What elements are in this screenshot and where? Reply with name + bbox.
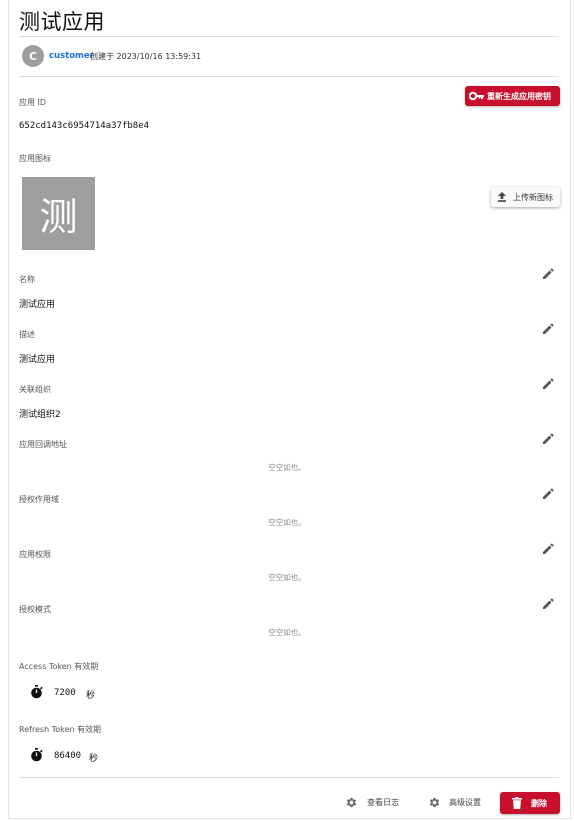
avatar: C — [22, 45, 44, 67]
org-value: 测试组织2 — [19, 410, 61, 420]
view-logs-button[interactable]: 查看日志 — [345, 796, 399, 809]
app-id-value: 652cd143c6954714a37fb8e4 — [19, 121, 150, 131]
regenerate-secret-button[interactable]: 重新生成应用密钥 — [465, 86, 560, 106]
upload-icon-button[interactable]: 上传新图标 — [491, 187, 560, 207]
access-token-unit: 秒 — [86, 691, 96, 701]
app-icon-label: 应用图标 — [19, 154, 51, 163]
created-time: 创建于 2023/10/16 13:59:31 — [90, 52, 202, 61]
access-token-label: Access Token 有效期 — [19, 662, 99, 671]
refresh-token-label: Refresh Token 有效期 — [19, 725, 102, 734]
divider — [19, 36, 559, 37]
page-title: 测试应用 — [19, 10, 105, 34]
stopwatch-icon — [31, 685, 43, 699]
org-label: 关联组织 — [19, 385, 51, 394]
edit-permissions-icon[interactable] — [542, 543, 554, 555]
edit-description-icon[interactable] — [542, 323, 554, 335]
upload-icon — [498, 192, 506, 202]
app-id-label: 应用 ID — [19, 98, 47, 107]
description-label: 描述 — [19, 330, 35, 339]
delete-button[interactable]: 删除 — [500, 792, 560, 814]
permissions-label: 应用权限 — [19, 550, 51, 559]
owner-link[interactable]: customer — [49, 51, 94, 61]
grant-mode-label: 授权模式 — [19, 605, 51, 614]
advanced-settings-label: 高级设置 — [449, 798, 481, 807]
view-logs-label: 查看日志 — [367, 798, 399, 807]
callback-empty: 空空如也。 — [268, 463, 306, 472]
scope-label: 授权作用域 — [19, 495, 59, 504]
permissions-empty: 空空如也。 — [268, 573, 306, 582]
gear-icon — [429, 797, 440, 808]
refresh-token-value: 86400 — [54, 751, 82, 761]
callback-label: 应用回调地址 — [19, 440, 67, 449]
app-icon-image: 测 — [22, 177, 95, 250]
description-value: 测试应用 — [19, 355, 56, 365]
name-label: 名称 — [19, 275, 35, 284]
regenerate-secret-label: 重新生成应用密钥 — [487, 91, 551, 101]
scope-empty: 空空如也。 — [268, 518, 306, 527]
name-value: 测试应用 — [19, 300, 56, 310]
upload-icon-label: 上传新图标 — [513, 192, 553, 202]
stopwatch-icon — [31, 748, 43, 762]
divider — [19, 76, 559, 77]
edit-grant-mode-icon[interactable] — [542, 598, 554, 610]
access-token-value: 7200 — [54, 688, 76, 698]
trash-icon — [512, 797, 522, 809]
refresh-token-unit: 秒 — [89, 754, 99, 764]
advanced-settings-button[interactable]: 高级设置 — [428, 796, 481, 809]
grant-mode-empty: 空空如也。 — [268, 628, 306, 637]
divider — [19, 777, 559, 778]
edit-callback-icon[interactable] — [542, 433, 554, 445]
edit-org-icon[interactable] — [542, 378, 554, 390]
edit-scope-icon[interactable] — [542, 488, 554, 500]
key-icon — [469, 91, 484, 101]
delete-label: 删除 — [531, 798, 547, 808]
gear-icon — [346, 797, 357, 808]
edit-name-icon[interactable] — [542, 268, 554, 280]
